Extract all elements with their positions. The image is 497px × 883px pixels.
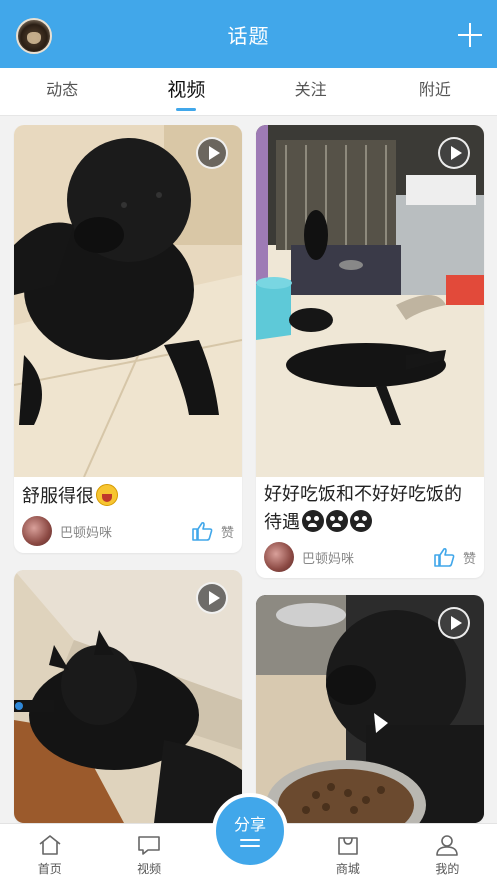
tab-nearby[interactable]: 附近 — [373, 68, 497, 115]
author-row: 巴顿妈咪 赞 — [22, 515, 234, 547]
author-avatar[interactable] — [22, 516, 52, 546]
nav-profile-label: 我的 — [435, 862, 460, 876]
share-button[interactable]: 分享 — [212, 793, 288, 869]
crying-emoji-icon — [302, 510, 324, 532]
card-caption-text: 舒服得很 — [22, 486, 94, 507]
play-icon[interactable] — [438, 137, 470, 169]
crying-emoji-icon — [326, 510, 348, 532]
like-label[interactable]: 赞 — [463, 548, 476, 567]
profile-icon — [436, 835, 459, 856]
play-icon[interactable] — [196, 582, 228, 614]
chat-icon — [138, 836, 160, 855]
author-name[interactable]: 巴顿妈咪 — [302, 548, 433, 567]
thumbs-up-icon[interactable] — [433, 547, 455, 567]
author-avatar[interactable] — [264, 542, 294, 572]
user-avatar[interactable] — [16, 18, 52, 54]
top-app-bar: 话题 — [0, 0, 497, 68]
crying-emoji-icon — [350, 510, 372, 532]
play-icon[interactable] — [438, 607, 470, 639]
video-thumbnail[interactable] — [14, 125, 242, 477]
tab-video[interactable]: 视频 — [124, 68, 248, 115]
page-title: 话题 — [227, 23, 270, 48]
card-caption: 舒服得很 — [22, 483, 234, 511]
author-row: 巴顿妈咪 赞 — [264, 541, 476, 573]
nav-home[interactable]: 首页 — [0, 824, 99, 883]
video-card[interactable] — [256, 595, 484, 823]
add-post-icon[interactable] — [457, 22, 483, 48]
nav-video-label: 视频 — [137, 862, 162, 876]
nav-profile[interactable]: 我的 — [398, 824, 497, 883]
play-icon[interactable] — [196, 137, 228, 169]
laughing-emoji-icon — [96, 484, 118, 506]
tab-following[interactable]: 关注 — [249, 68, 373, 115]
home-icon — [39, 835, 61, 855]
video-thumbnail[interactable] — [256, 595, 484, 823]
shop-icon — [338, 837, 358, 855]
video-thumbnail[interactable] — [256, 125, 484, 477]
video-thumbnail[interactable] — [14, 570, 242, 823]
nav-home-label: 首页 — [37, 862, 62, 876]
tab-dynamic[interactable]: 动态 — [0, 68, 124, 115]
video-card[interactable]: 舒服得很 巴顿妈咪 赞 — [14, 125, 242, 553]
thumbs-up-icon[interactable] — [191, 521, 213, 541]
like-label[interactable]: 赞 — [221, 522, 234, 541]
video-card[interactable] — [14, 570, 242, 823]
tab-bar: 动态 视频 关注 附近 — [0, 68, 497, 116]
card-caption: 好好吃饭和不好好吃饭的待遇 — [264, 481, 476, 537]
nav-video[interactable]: 视频 — [99, 824, 198, 883]
nav-shop[interactable]: 商城 — [298, 824, 397, 883]
menu-lines-icon — [240, 839, 260, 847]
share-button-label: 分享 — [233, 815, 266, 834]
video-card[interactable]: 好好吃饭和不好好吃饭的待遇 巴顿妈咪 赞 — [256, 125, 484, 578]
author-name[interactable]: 巴顿妈咪 — [60, 522, 191, 541]
nav-shop-label: 商城 — [335, 862, 360, 876]
